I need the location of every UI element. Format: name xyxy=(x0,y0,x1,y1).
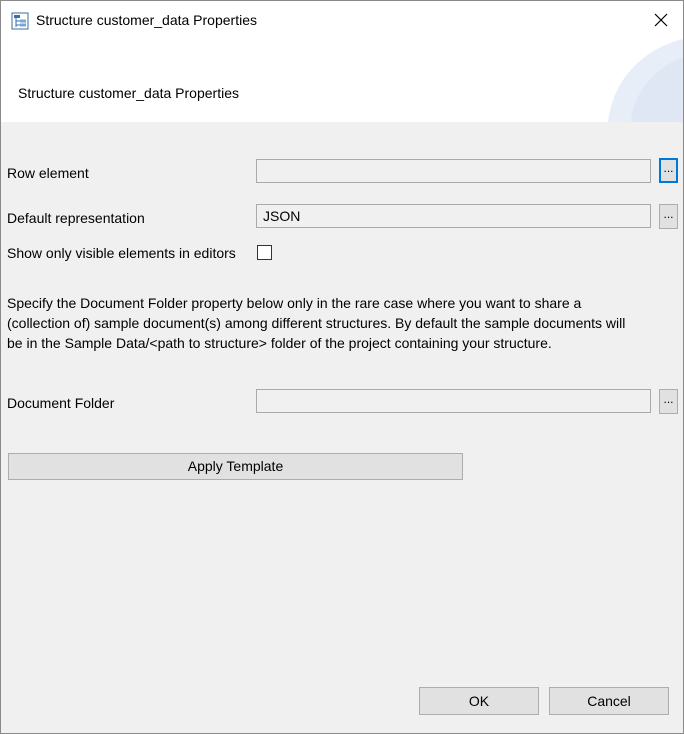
banner-title: Structure customer_data Properties xyxy=(18,85,239,101)
header-banner: Structure customer_data Properties xyxy=(1,39,683,122)
default-representation-label: Default representation xyxy=(7,210,145,226)
description-line: Specify the Document Folder property bel… xyxy=(7,295,582,311)
row-element-field[interactable] xyxy=(256,159,651,183)
document-folder-description: Specify the Document Folder property bel… xyxy=(7,293,679,353)
close-icon xyxy=(654,13,668,27)
default-representation-browse-button[interactable]: ... xyxy=(659,204,678,229)
title-bar: Structure customer_data Properties xyxy=(1,1,683,39)
row-element-label: Row element xyxy=(7,165,89,181)
description-line: be in the Sample Data/<path to structure… xyxy=(7,335,552,351)
apply-template-button[interactable]: Apply Template xyxy=(8,453,463,480)
ok-button[interactable]: OK xyxy=(419,687,539,715)
close-button[interactable] xyxy=(639,1,683,39)
document-folder-label: Document Folder xyxy=(7,395,115,411)
row-element-browse-button[interactable]: ... xyxy=(659,158,678,183)
description-line: (collection of) sample document(s) among… xyxy=(7,315,626,331)
document-folder-browse-button[interactable]: ... xyxy=(659,389,678,414)
default-representation-field[interactable]: JSON xyxy=(256,204,651,228)
document-folder-field[interactable] xyxy=(256,389,651,413)
structure-app-icon xyxy=(11,12,29,30)
properties-dialog: Structure customer_data Properties Struc… xyxy=(0,0,684,734)
window-title: Structure customer_data Properties xyxy=(36,12,257,28)
show-visible-checkbox[interactable] xyxy=(257,245,272,260)
show-visible-label: Show only visible elements in editors xyxy=(7,245,236,261)
banner-decoration xyxy=(608,39,683,122)
cancel-button[interactable]: Cancel xyxy=(549,687,669,715)
